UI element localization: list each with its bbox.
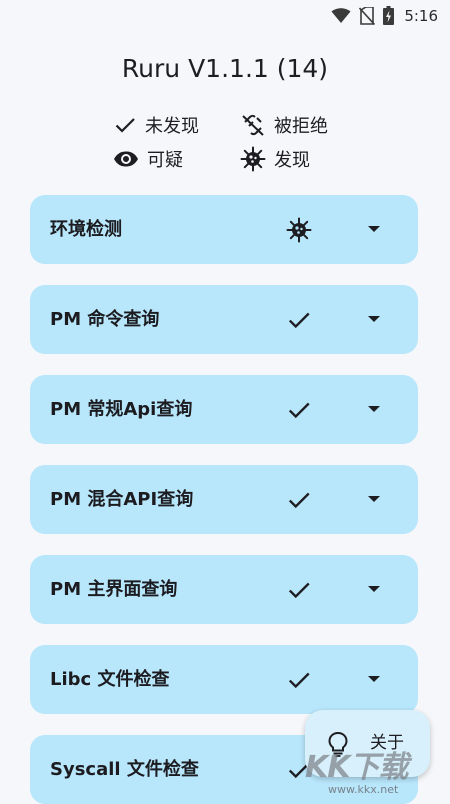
legend-denied-label: 被拒绝 (274, 116, 328, 137)
card-pm-command-query[interactable]: PM 命令查询 (30, 285, 418, 354)
link-off-icon (242, 114, 264, 136)
card-pm-regular-api-query[interactable]: PM 常规Api查询 (30, 375, 418, 444)
status-bar: 5:16 (0, 0, 450, 32)
check-icon (288, 402, 310, 419)
card-label: Syscall 文件检查 (50, 759, 199, 780)
card-label: PM 混合API查询 (50, 489, 194, 510)
card-pm-main-screen-query[interactable]: PM 主界面查询 (30, 555, 418, 624)
card-pm-mixed-api-query[interactable]: PM 混合API查询 (30, 465, 418, 534)
wifi-icon (331, 7, 351, 23)
legend-suspicious-label: 可疑 (147, 150, 183, 171)
check-icon (288, 492, 310, 509)
card-label: PM 常规Api查询 (50, 399, 193, 420)
eye-icon (114, 151, 138, 167)
legend-not-found-label: 未发现 (145, 116, 199, 137)
check-icon (115, 118, 135, 133)
legend-found-label: 发现 (274, 150, 310, 171)
card-label: Libc 文件检查 (50, 669, 170, 690)
legend-not-found: 未发现 (113, 112, 199, 138)
about-button[interactable]: 关于 (305, 710, 430, 777)
status-time: 5:16 (404, 6, 438, 25)
no-sim-icon (359, 6, 376, 25)
legend-denied: 被拒绝 (240, 112, 328, 138)
chevron-down-icon[interactable] (367, 312, 381, 326)
status-icons: 5:16 (331, 6, 438, 25)
card-label: PM 主界面查询 (50, 579, 178, 600)
app-title: Ruru V1.1.1 (14) (121, 54, 329, 83)
check-icon (288, 312, 310, 329)
card-label: 环境检测 (50, 219, 122, 240)
chevron-down-icon[interactable] (367, 582, 381, 596)
check-icon (288, 672, 310, 689)
chevron-down-icon[interactable] (367, 492, 381, 506)
lightbulb-icon (328, 731, 348, 757)
virus-icon (286, 217, 312, 243)
chevron-down-icon[interactable] (367, 402, 381, 416)
about-button-label: 关于 (370, 733, 404, 753)
chevron-down-icon[interactable] (367, 222, 381, 236)
virus-icon (240, 146, 266, 172)
card-label: PM 命令查询 (50, 309, 160, 330)
card-libc-file-check[interactable]: Libc 文件检查 (30, 645, 418, 714)
check-icon (288, 582, 310, 599)
battery-charging-icon (383, 6, 395, 25)
legend-suspicious: 可疑 (113, 146, 183, 172)
chevron-down-icon[interactable] (367, 672, 381, 686)
legend-found: 发现 (240, 146, 310, 172)
card-environment-check[interactable]: 环境检测 (30, 195, 418, 264)
